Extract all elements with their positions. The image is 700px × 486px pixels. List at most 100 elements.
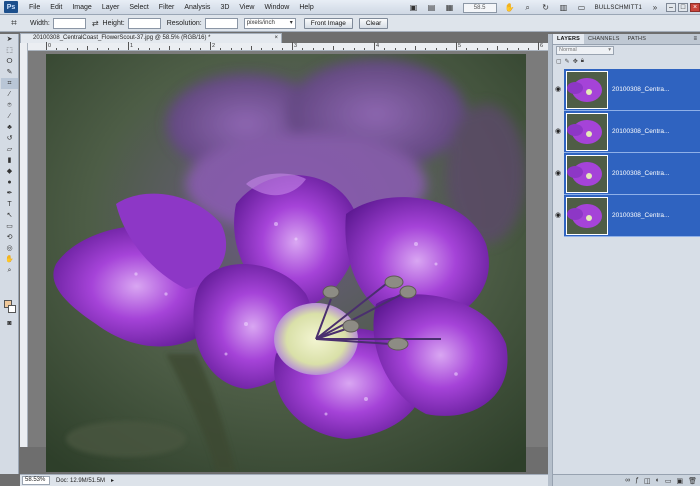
ruler-tick: [302, 48, 304, 50]
menu-help[interactable]: Help: [294, 0, 318, 15]
swap-icon[interactable]: ⇄: [92, 19, 99, 28]
menu-analysis[interactable]: Analysis: [179, 0, 215, 15]
chevron-down-icon[interactable]: »: [649, 3, 661, 13]
vertical-ruler: [20, 43, 28, 447]
menu-3d[interactable]: 3D: [215, 0, 234, 15]
clear-button[interactable]: Clear: [358, 17, 389, 29]
dodge-tool-icon[interactable]: ●: [1, 177, 18, 188]
hand-icon[interactable]: ✋: [504, 3, 516, 13]
lock-pixels-icon[interactable]: ✎: [565, 58, 570, 65]
marquee-tool-icon[interactable]: ⬚: [1, 45, 18, 56]
minimize-button[interactable]: –: [666, 3, 676, 12]
tab-channels[interactable]: CHANNELS: [584, 34, 624, 44]
lasso-tool-icon[interactable]: ⵔ: [1, 56, 18, 67]
extras-icon[interactable]: ▦: [444, 3, 456, 13]
layer-row[interactable]: ◉ 20100308_Centra...: [555, 111, 700, 153]
close-icon[interactable]: ×: [274, 34, 278, 43]
layer-row[interactable]: ◉ 20100308_Centra...: [555, 69, 700, 111]
layer-mask-icon[interactable]: ◫: [644, 477, 651, 485]
status-doc-size: Doc: 12.9M/51.5M: [56, 477, 106, 484]
chevron-right-icon[interactable]: ▸: [111, 477, 114, 484]
ruler-tick: [312, 48, 314, 50]
eye-icon[interactable]: ◉: [554, 85, 562, 93]
blend-row: Normal ▾: [553, 45, 700, 56]
resolution-input[interactable]: [204, 17, 238, 29]
zoom-tool-icon[interactable]: ⌕: [1, 265, 18, 276]
link-layers-icon[interactable]: ∞: [625, 477, 630, 484]
gradient-tool-icon[interactable]: ▮: [1, 155, 18, 166]
close-button[interactable]: ×: [690, 3, 700, 12]
crop-tool-preset-icon[interactable]: ⌗: [6, 17, 22, 30]
width-input[interactable]: [52, 17, 86, 29]
lock-icon[interactable]: 🔒︎: [581, 58, 584, 65]
ruler-tick: [179, 48, 181, 50]
quick-mask-icon[interactable]: ◙: [1, 318, 18, 329]
mini-bridge-icon[interactable]: ▤: [426, 3, 438, 13]
ruler-tick: [158, 48, 160, 50]
eye-icon[interactable]: ◉: [554, 211, 562, 219]
trash-icon[interactable]: 🗑︎: [688, 477, 697, 485]
document-tab[interactable]: 20100308_CentralCoast_FlowerScout-37.jpg…: [20, 33, 282, 43]
panel-menu-icon[interactable]: ≡: [693, 34, 697, 44]
menu-window[interactable]: Window: [259, 0, 294, 15]
bridge-icon[interactable]: ▣: [408, 3, 420, 13]
shape-tool-icon[interactable]: ▭: [1, 221, 18, 232]
maximize-button[interactable]: □: [678, 3, 688, 12]
crop-tool-icon[interactable]: ⌗: [1, 78, 18, 89]
menu-layer[interactable]: Layer: [97, 0, 125, 15]
ruler-tick: [148, 48, 150, 50]
workspace-name[interactable]: BULLSCHMITT1: [595, 5, 642, 11]
clone-stamp-tool-icon[interactable]: ♣: [1, 122, 18, 133]
tab-layers[interactable]: LAYERS: [553, 34, 585, 44]
menu-filter[interactable]: Filter: [154, 0, 180, 15]
photoshop-logo: Ps: [4, 1, 18, 13]
tab-paths[interactable]: PATHS: [624, 34, 651, 44]
brush-tool-icon[interactable]: ∕: [1, 111, 18, 122]
zoom-icon[interactable]: ⌕: [522, 3, 534, 13]
path-select-tool-icon[interactable]: ↖: [1, 210, 18, 221]
width-label: Width:: [30, 19, 50, 27]
menu-view[interactable]: View: [234, 0, 259, 15]
eye-icon[interactable]: ◉: [554, 127, 562, 135]
blend-mode-select[interactable]: Normal ▾: [556, 46, 614, 55]
document-canvas-photo[interactable]: [46, 54, 526, 472]
adjustment-layer-icon[interactable]: ◐: [656, 477, 660, 484]
rotate-view-icon[interactable]: ↻: [540, 3, 552, 13]
eye-icon[interactable]: ◉: [554, 169, 562, 177]
menu-image[interactable]: Image: [67, 0, 96, 15]
layer-style-icon[interactable]: ƒ: [635, 477, 639, 484]
healing-brush-tool-icon[interactable]: ⌾: [1, 100, 18, 111]
resolution-units-select[interactable]: pixels/inch ▾: [243, 17, 296, 29]
3d-orbit-tool-icon[interactable]: ◎: [1, 243, 18, 254]
menu-edit[interactable]: Edit: [45, 0, 67, 15]
layer-row[interactable]: ◉ 20100308_Centra...: [555, 195, 700, 237]
blur-tool-icon[interactable]: ◆: [1, 166, 18, 177]
lock-transparency-icon[interactable]: ▢: [556, 58, 562, 65]
new-layer-icon[interactable]: ▣: [676, 477, 683, 485]
ruler-tick: [240, 48, 242, 50]
hand-tool-icon[interactable]: ✋: [1, 254, 18, 265]
eyedropper-tool-icon[interactable]: ⁄: [1, 89, 18, 100]
ruler-tick: [271, 48, 273, 50]
height-input[interactable]: [127, 17, 161, 29]
menu-select[interactable]: Select: [124, 0, 153, 15]
layer-row[interactable]: ◉ 20100308_Centra...: [555, 153, 700, 195]
ruler-tick: [220, 48, 222, 50]
history-brush-tool-icon[interactable]: ↺: [1, 133, 18, 144]
type-tool-icon[interactable]: T: [1, 199, 18, 210]
menu-file[interactable]: File: [24, 0, 45, 15]
front-image-button[interactable]: Front Image: [303, 17, 353, 29]
zoom-level-field[interactable]: 58.5: [462, 2, 497, 13]
3d-rotate-tool-icon[interactable]: ⟲: [1, 232, 18, 243]
arrange-documents-icon[interactable]: ▥: [558, 3, 570, 13]
ruler-tick: [394, 48, 396, 50]
eraser-tool-icon[interactable]: ▱: [1, 144, 18, 155]
lock-position-icon[interactable]: ✥: [573, 58, 578, 65]
new-group-icon[interactable]: ▭: [665, 477, 672, 485]
move-tool-icon[interactable]: ➤: [1, 34, 18, 45]
status-zoom-field[interactable]: 58.53%: [22, 476, 50, 485]
background-color-swatch[interactable]: [8, 305, 16, 313]
screen-mode-icon[interactable]: ▭: [576, 3, 588, 13]
pen-tool-icon[interactable]: ✒: [1, 188, 18, 199]
quick-select-tool-icon[interactable]: ✎: [1, 67, 18, 78]
